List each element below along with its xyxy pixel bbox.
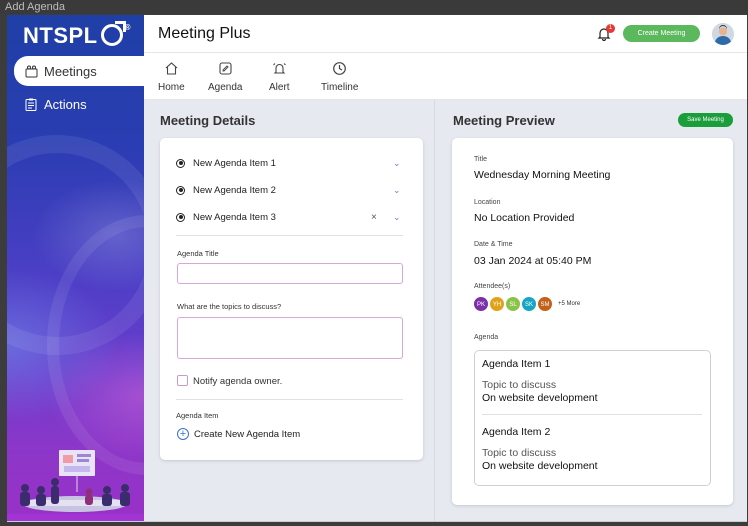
toolbar-timeline[interactable]: Timeline: [321, 61, 358, 93]
notification-badge: 1: [606, 24, 615, 33]
toolbar-alert[interactable]: Alert: [269, 61, 290, 93]
main-content: Meeting Details New Agenda Item 1 ⌄ New …: [144, 100, 747, 521]
chevron-down-icon[interactable]: ⌄: [393, 186, 402, 195]
agenda-item-row[interactable]: New Agenda Item 3: [176, 209, 386, 225]
datetime-label: Date & Time: [474, 241, 513, 248]
topic-value: On website development: [482, 392, 598, 404]
sidebar-item-meetings[interactable]: Meetings: [14, 56, 144, 86]
toolbar-label: Home: [158, 82, 185, 93]
toolbar-label: Alert: [269, 82, 290, 93]
alert-icon: [272, 61, 287, 82]
close-icon[interactable]: ×: [371, 213, 380, 223]
notify-checkbox[interactable]: [177, 375, 188, 386]
divider: [176, 235, 403, 236]
agenda-icon: [218, 61, 233, 82]
save-meeting-button[interactable]: Save Meeting: [678, 113, 733, 127]
preview-title: Meeting Preview: [453, 113, 555, 128]
toolbar: Home Agenda Alert Timeline: [144, 53, 747, 100]
divider: [482, 414, 702, 415]
radio-icon: [176, 212, 185, 222]
sidebar-item-label: Meetings: [44, 63, 97, 79]
user-avatar[interactable]: [712, 23, 734, 45]
actions-icon: [24, 97, 38, 111]
agenda-item-title: Agenda Item 2: [482, 426, 551, 438]
agenda-item-label: New Agenda Item 3: [193, 211, 276, 223]
agenda-item-section-label: Agenda Item: [176, 411, 219, 420]
ntspl-logo: NTSPL ®: [23, 21, 131, 49]
radio-icon: [176, 185, 185, 195]
attendee-avatar[interactable]: SM: [537, 296, 553, 312]
location-value: No Location Provided: [474, 212, 575, 224]
topic-label: Topic to discuss: [482, 379, 557, 391]
sidebar-item-actions[interactable]: Actions: [14, 89, 144, 119]
create-agenda-item-button[interactable]: Create New Agenda Item: [194, 429, 300, 440]
notify-label[interactable]: Notify agenda owner.: [193, 376, 282, 387]
attendees-more[interactable]: +5 More: [558, 301, 580, 307]
agenda-item-row[interactable]: New Agenda Item 1: [176, 155, 386, 171]
preview-card: Title Wednesday Morning Meeting Location…: [452, 138, 733, 505]
window-title: Add Agenda: [0, 0, 748, 14]
agenda-item-title: Agenda Item 1: [482, 358, 551, 370]
create-meeting-button[interactable]: Create Meeting: [623, 25, 700, 42]
agenda-title-input[interactable]: [177, 263, 403, 284]
meeting-illustration: [7, 450, 144, 521]
toolbar-label: Timeline: [321, 82, 359, 93]
agenda-title-label: Agenda Title: [177, 249, 219, 258]
app-header: Meeting Plus 1 Create Meeting: [144, 15, 747, 53]
attendee-avatar[interactable]: SK: [521, 296, 537, 312]
chevron-down-icon[interactable]: ⌄: [393, 213, 402, 222]
details-title: Meeting Details: [160, 113, 256, 128]
sidebar-item-label: Actions: [44, 96, 87, 112]
toolbar-label: Agenda: [208, 82, 243, 93]
radio-icon: [176, 158, 185, 168]
panel-divider: [434, 100, 435, 521]
app-window: NTSPL ® Meetings Actions Meeting Plus 1 …: [7, 15, 747, 522]
timeline-icon: [332, 61, 347, 82]
topics-label: What are the topics to discuss?: [177, 302, 282, 311]
datetime-value: 03 Jan 2024 at 05:40 PM: [474, 255, 592, 267]
sidebar: NTSPL ® Meetings Actions: [7, 15, 144, 521]
details-card: New Agenda Item 1 ⌄ New Agenda Item 2 ⌄ …: [160, 138, 423, 460]
agenda-list: Agenda Item 1 Topic to discuss On websit…: [474, 350, 711, 486]
toolbar-home[interactable]: Home: [158, 61, 185, 93]
agenda-item-label: New Agenda Item 1: [193, 157, 276, 169]
agenda-item-label: New Agenda Item 2: [193, 184, 276, 196]
chevron-down-icon[interactable]: ⌄: [393, 159, 402, 168]
divider: [176, 399, 403, 400]
topics-textarea[interactable]: [177, 317, 403, 359]
attendee-avatar[interactable]: YH: [489, 296, 505, 312]
attendee-avatar[interactable]: SL: [505, 296, 521, 312]
agenda-label: Agenda: [474, 334, 499, 341]
toolbar-agenda[interactable]: Agenda: [208, 61, 242, 93]
title-label: Title: [474, 156, 487, 163]
attendee-avatar[interactable]: PK: [473, 296, 489, 312]
home-icon: [164, 61, 179, 82]
app-title: Meeting Plus: [158, 25, 251, 42]
plus-icon[interactable]: +: [177, 428, 189, 440]
location-label: Location: [474, 199, 501, 206]
meetings-icon: [24, 64, 38, 78]
agenda-item-row[interactable]: New Agenda Item 2: [176, 182, 386, 198]
logo-mark-icon: [100, 21, 126, 46]
topic-value: On website development: [482, 460, 598, 472]
topic-label: Topic to discuss: [482, 447, 557, 459]
logo-text: NTSPL: [23, 23, 98, 48]
meeting-title-value: Wednesday Morning Meeting: [474, 169, 611, 181]
attendees-label: Attendee(s): [474, 283, 511, 290]
